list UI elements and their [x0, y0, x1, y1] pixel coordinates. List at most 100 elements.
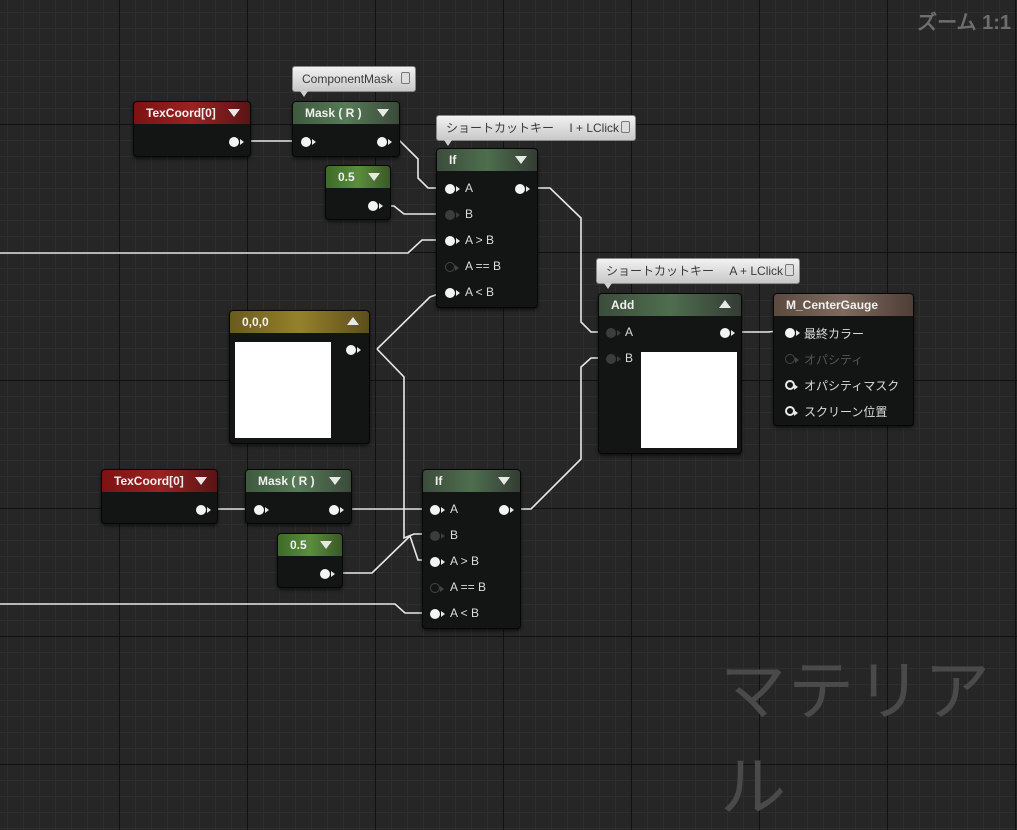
node-title: 0.5: [338, 170, 355, 184]
pin-label: スクリーン位置: [804, 405, 888, 419]
node-header[interactable]: Mask ( R ): [293, 102, 399, 124]
collapse-arrow-icon[interactable]: [515, 156, 527, 164]
node-header[interactable]: TexCoord[0]: [102, 470, 217, 492]
comment-shortcut-add[interactable]: ショートカットキー A + LClick: [596, 258, 800, 289]
output-pin[interactable]: [329, 505, 344, 515]
node-title: TexCoord[0]: [146, 106, 216, 120]
pin-label: オパシティマスク: [804, 379, 900, 393]
input-pin-opacity[interactable]: [785, 354, 799, 364]
if-node-top[interactable]: If A B A > B A == B A < B: [436, 148, 538, 308]
input-pin-a-equals-b[interactable]: [430, 583, 444, 593]
node-header[interactable]: M_CenterGauge: [774, 294, 913, 316]
node-title: M_CenterGauge: [786, 298, 879, 312]
collapse-arrow-icon[interactable]: [329, 477, 341, 485]
input-pin-a[interactable]: [445, 184, 460, 194]
node-header[interactable]: TexCoord[0]: [134, 102, 250, 124]
node-header[interactable]: If: [423, 470, 520, 492]
pin-label: A == B: [465, 259, 502, 273]
wire-offscreen-if-altb-bottom: [0, 603, 430, 614]
pin-label: B: [450, 528, 459, 542]
pin-label: A > B: [450, 554, 480, 568]
graph-watermark: マテリアル: [720, 654, 992, 824]
node-title: Mask ( R ): [305, 106, 362, 120]
add-node[interactable]: Add A B: [598, 293, 742, 454]
input-pin-b[interactable]: [606, 354, 621, 364]
comment-shortcut-if[interactable]: ショートカットキー I + LClick: [436, 115, 636, 146]
output-pin[interactable]: [720, 328, 735, 338]
input-pin-opacity-mask[interactable]: [785, 380, 798, 390]
node-header[interactable]: Add: [599, 294, 741, 316]
node-title: 0.5: [290, 538, 307, 552]
comment-component-mask[interactable]: ComponentMask: [292, 66, 416, 97]
collapse-arrow-icon[interactable]: [498, 477, 510, 485]
zoom-label: ズーム 1:1: [917, 12, 1011, 34]
if-node-bottom[interactable]: If A B A > B A == B A < B: [422, 469, 521, 629]
texcoord-node-top[interactable]: TexCoord[0]: [133, 101, 251, 157]
node-title: If: [449, 153, 457, 167]
input-pin-a-less-b[interactable]: [430, 609, 445, 619]
output-pin[interactable]: [346, 345, 361, 355]
node-title: If: [435, 474, 443, 488]
expand-arrow-icon[interactable]: [347, 317, 359, 325]
mask-node-bottom[interactable]: Mask ( R ): [245, 469, 352, 524]
mask-node-top[interactable]: Mask ( R ): [292, 101, 400, 157]
collapse-arrow-icon[interactable]: [320, 541, 332, 549]
pin-label: A < B: [465, 285, 495, 299]
input-pin-a-greater-b[interactable]: [445, 236, 460, 246]
pin-icon[interactable]: [785, 264, 794, 276]
collapse-arrow-icon[interactable]: [195, 477, 207, 485]
pin-icon[interactable]: [400, 72, 410, 84]
node-title: 0,0,0: [242, 315, 269, 329]
comment-text: ショートカットキー A + LClick: [606, 264, 784, 278]
pin-label: A: [625, 325, 634, 339]
comment-text: ショートカットキー I + LClick: [446, 121, 620, 135]
input-pin-b[interactable]: [430, 531, 445, 541]
wire-vector-if-altb-top: [376, 291, 445, 350]
constant-node-top[interactable]: 0.5: [325, 165, 391, 220]
texcoord-node-bottom[interactable]: TexCoord[0]: [101, 469, 218, 524]
node-header[interactable]: If: [437, 149, 537, 171]
input-pin-a[interactable]: [430, 505, 445, 515]
pin-label: A < B: [450, 606, 480, 620]
color-preview: [641, 352, 737, 448]
pin-label: A > B: [465, 233, 495, 247]
pin-label: 最終カラー: [804, 327, 865, 341]
node-header[interactable]: 0.5: [278, 534, 342, 556]
vector-constant-node[interactable]: 0,0,0: [229, 310, 370, 444]
input-pin-final-color[interactable]: [785, 328, 800, 338]
collapse-arrow-icon[interactable]: [377, 109, 389, 117]
comment-text: ComponentMask: [302, 72, 393, 86]
node-header[interactable]: 0,0,0: [230, 311, 369, 333]
input-pin[interactable]: [254, 505, 269, 515]
constant-node-bottom[interactable]: 0.5: [277, 533, 343, 588]
input-pin-a-greater-b[interactable]: [430, 557, 445, 567]
pin-label: A: [465, 181, 474, 195]
wire-const-if-agtb-bottom: [332, 534, 430, 574]
color-preview: [235, 342, 331, 438]
output-pin[interactable]: [499, 505, 514, 515]
output-pin[interactable]: [368, 201, 383, 211]
node-title: TexCoord[0]: [114, 474, 184, 488]
input-pin[interactable]: [301, 137, 316, 147]
input-pin-screen-position[interactable]: [785, 406, 798, 416]
input-pin-a-less-b[interactable]: [445, 288, 460, 298]
collapse-arrow-icon[interactable]: [228, 109, 240, 117]
node-header[interactable]: Mask ( R ): [246, 470, 351, 492]
output-pin[interactable]: [229, 137, 244, 147]
output-pin[interactable]: [196, 505, 211, 515]
input-pin-b[interactable]: [445, 210, 460, 220]
expand-arrow-icon[interactable]: [719, 300, 731, 308]
pin-label: A == B: [450, 580, 487, 594]
pin-icon[interactable]: [621, 121, 630, 133]
pin-label: B: [465, 207, 474, 221]
input-pin-a[interactable]: [606, 328, 621, 338]
collapse-arrow-icon[interactable]: [368, 173, 380, 181]
output-pin[interactable]: [320, 569, 335, 579]
node-title: Mask ( R ): [258, 474, 315, 488]
output-pin[interactable]: [515, 184, 530, 194]
output-pin[interactable]: [377, 137, 392, 147]
node-header[interactable]: 0.5: [326, 166, 390, 188]
input-pin-a-equals-b[interactable]: [445, 262, 459, 272]
pin-label: B: [625, 351, 634, 365]
material-output-node[interactable]: M_CenterGauge 最終カラー オパシティ オパシティマスク スクリーン…: [773, 293, 914, 426]
